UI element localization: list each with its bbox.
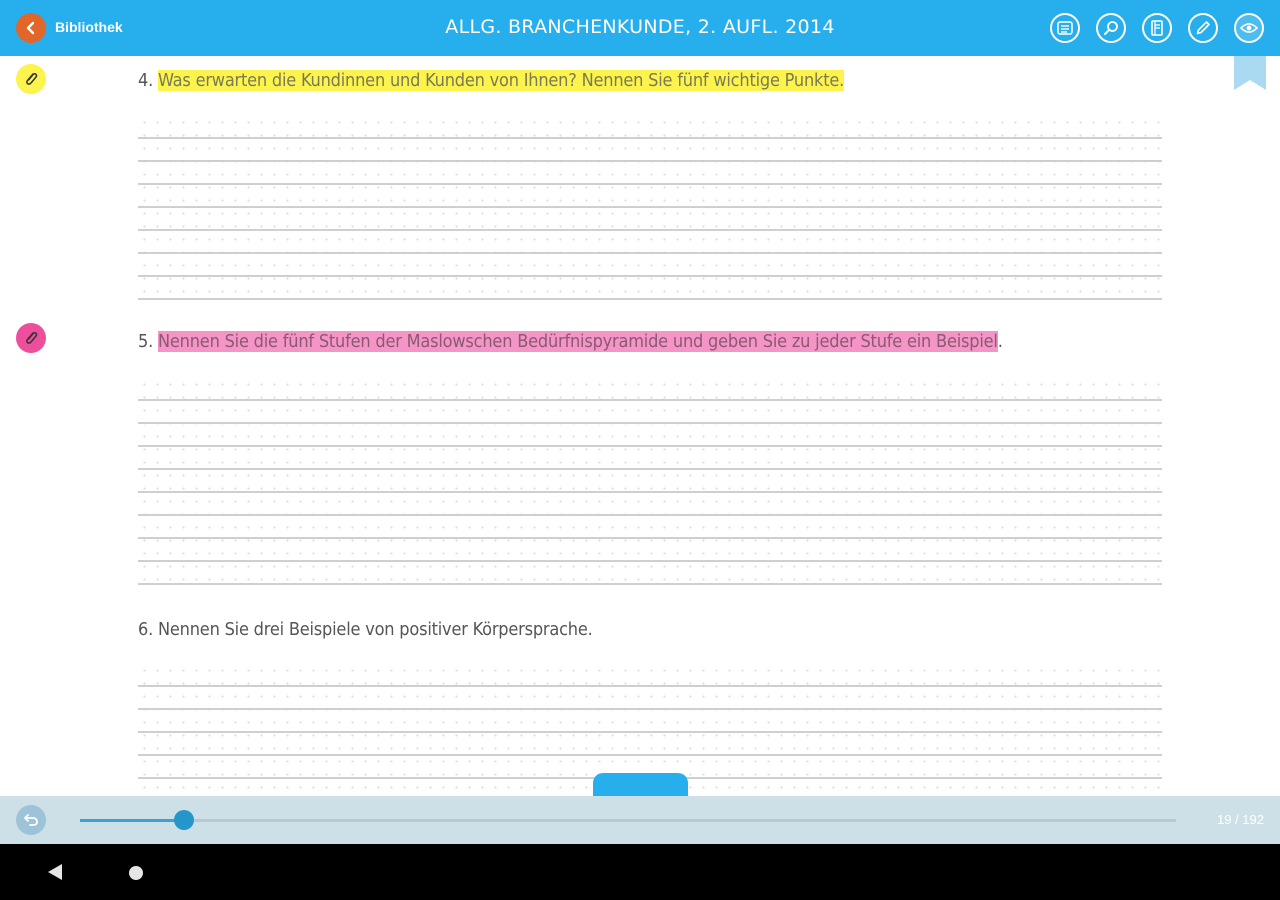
question-5: 5. Nennen Sie die fünf Stufen der Maslow… xyxy=(138,331,1003,352)
notebook-button[interactable] xyxy=(1142,13,1172,43)
search-button[interactable] xyxy=(1096,13,1126,43)
page-navigation-tab[interactable] xyxy=(593,773,688,796)
question-4: 4. Was erwarten die Kundinnen und Kunden… xyxy=(138,70,844,91)
paperclip-icon xyxy=(26,73,38,85)
menu-button[interactable] xyxy=(1050,13,1080,43)
book-page: 4. Was erwarten die Kundinnen und Kunden… xyxy=(0,56,1280,796)
note-clip-pink[interactable] xyxy=(16,323,46,353)
top-app-bar: Bibliothek ALLG. BRANCHENKUNDE, 2. AUFL.… xyxy=(0,0,1280,56)
system-navigation-bar xyxy=(0,844,1280,900)
menu-icon xyxy=(1057,21,1073,35)
page-slider[interactable] xyxy=(80,810,1176,830)
undo-arrow-icon xyxy=(24,814,38,826)
page-slider-thumb[interactable] xyxy=(174,810,195,830)
answer-area-4[interactable] xyxy=(138,116,1162,300)
notebook-icon xyxy=(1151,20,1163,36)
question-number: 4. xyxy=(138,70,154,91)
highlighted-text-pink[interactable]: Nennen Sie die fünf Stufen der Maslowsch… xyxy=(158,331,998,352)
page-slider-progress xyxy=(80,819,185,822)
answer-area-5[interactable] xyxy=(138,378,1162,585)
book-title: ALLG. BRANCHENKUNDE, 2. AUFL. 2014 xyxy=(445,16,835,38)
search-icon xyxy=(1104,21,1118,35)
system-back-icon[interactable] xyxy=(46,863,64,881)
note-clip-yellow[interactable] xyxy=(16,64,46,94)
question-6: 6. Nennen Sie drei Beispiele von positiv… xyxy=(138,619,593,640)
question-number: 6. xyxy=(138,619,154,640)
pen-icon xyxy=(1196,21,1210,35)
paperclip-icon xyxy=(26,332,38,344)
eye-icon xyxy=(1240,23,1258,33)
system-home-icon[interactable] xyxy=(129,866,143,880)
question-trailing: . xyxy=(997,331,1003,352)
bottom-toolbar: 19 / 192 xyxy=(0,796,1280,844)
question-number: 5. xyxy=(138,331,154,352)
page-counter: 19 / 192 xyxy=(1217,812,1264,827)
pen-button[interactable] xyxy=(1188,13,1218,43)
return-button[interactable] xyxy=(16,805,46,835)
view-mode-button[interactable] xyxy=(1234,13,1264,43)
question-text: Nennen Sie drei Beispiele von positiver … xyxy=(158,619,593,640)
highlighted-text-yellow[interactable]: Was erwarten die Kundinnen und Kunden vo… xyxy=(158,70,844,91)
